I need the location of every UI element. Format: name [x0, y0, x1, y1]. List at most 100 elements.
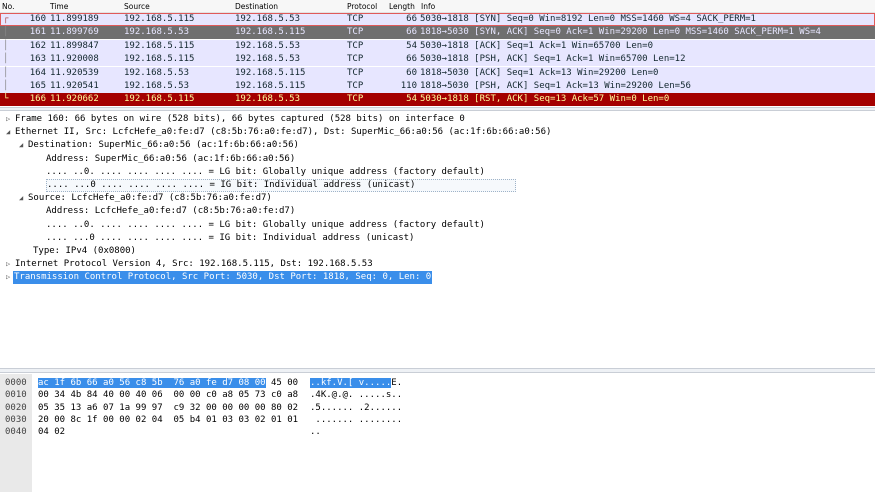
packet-no: 164 [29, 67, 46, 78]
packet-time: 11.920539 [50, 67, 99, 78]
bytes-row[interactable]: 0000 ac 1f 6b 66 a0 56 c8 5b 76 a0 fe d7 … [0, 377, 875, 389]
detail-row[interactable]: ▷ Frame 160: 66 bytes on wire (528 bits),… [0, 113, 875, 126]
triangle-down-icon[interactable]: ◢ [19, 139, 23, 152]
bytes-ascii-highlight: ..kf.V.[ v..... [310, 378, 392, 388]
detail-row[interactable]: Address: LcfcHefe_a0:fe:d7 (c8:5b:76:a0:… [0, 205, 875, 218]
packet-protocol: TCP [347, 81, 364, 91]
packet-destination: 192.168.5.53 [235, 40, 301, 51]
packet-time: 11.899847 [50, 40, 99, 51]
triangle-down-icon[interactable]: ◢ [19, 192, 23, 205]
bytes-hex[interactable]: 20 00 8c 1f 00 00 02 04 05 b4 01 03 03 0… [38, 414, 298, 426]
packet-row[interactable]: 166 11.920662 192.168.5.115 192.168.5.53 TCP… [0, 93, 875, 107]
packet-time: 11.920662 [50, 94, 99, 105]
detail-text: Internet Protocol Version 4, Src: 192.16… [15, 259, 373, 270]
column-header-destination[interactable]: Destination [235, 2, 278, 11]
triangle-right-icon[interactable]: ▷ [6, 258, 10, 271]
bytes-ascii[interactable]: .4K.@.@. .....s.. [310, 389, 402, 401]
detail-row[interactable]: Address: SuperMic_66:a0:56 (ac:1f:6b:66:… [0, 153, 875, 166]
triangle-down-icon[interactable]: ◢ [6, 126, 10, 139]
packet-row[interactable]: 160 11.899189 192.168.5.115 192.168.5.53 TCP… [0, 13, 875, 26]
column-header-protocol[interactable]: Protocol [347, 2, 377, 11]
bytes-offset: 0030 [5, 414, 27, 425]
packet-protocol: TCP [347, 67, 364, 78]
detail-text: Source: LcfcHefe_a0:fe:d7 (c8:5b:76:a0:f… [28, 193, 272, 204]
packet-info: 5030→1818 [ACK] Seq=1 Ack=1 Win=65700 Le… [420, 40, 653, 51]
packet-protocol: TCP [347, 40, 364, 51]
packet-length: 60 [406, 67, 417, 78]
column-header-time[interactable]: Time [50, 2, 68, 11]
column-header-no[interactable]: No. [2, 2, 14, 11]
bytes-hex-highlight: ac 1f 6b 66 a0 56 c8 5b 76 a0 fe d7 08 0… [38, 378, 266, 388]
packet-destination: 192.168.5.115 [235, 67, 306, 78]
packet-no: 163 [29, 54, 46, 65]
bytes-ascii[interactable]: ....... ........ [310, 414, 402, 426]
packet-row[interactable]: 165 11.920541 192.168.5.53 192.168.5.115 TCP… [0, 80, 875, 93]
bytes-hex[interactable]: 00 34 4b 84 40 00 40 06 00 00 c0 a8 05 7… [38, 389, 298, 401]
packet-source: 192.168.5.53 [124, 67, 190, 78]
detail-text: Transmission Control Protocol, Src Port:… [13, 271, 433, 285]
detail-row[interactable]: ▷ Internet Protocol Version 4, Src: 192.1… [0, 258, 875, 271]
column-header-info[interactable]: Info [421, 2, 435, 11]
packet-details-pane[interactable]: ▷ Frame 160: 66 bytes on wire (528 bits),… [0, 111, 875, 366]
bytes-row[interactable]: 0010 00 34 4b 84 40 00 40 06 00 00 c0 a8 … [0, 389, 875, 401]
bytes-offset: 0020 [5, 402, 27, 413]
detail-row[interactable]: .... ..0. .... .... .... .... = LG bit: … [0, 219, 875, 232]
packet-row[interactable]: 164 11.920539 192.168.5.53 192.168.5.115 TCP… [0, 66, 875, 80]
detail-row[interactable]: .... ..0. .... .... .... .... = LG bit: … [0, 166, 875, 179]
packet-protocol: TCP [347, 94, 364, 105]
detail-row[interactable]: Type: IPv4 (0x0800) [0, 245, 875, 258]
packet-no: 160 [29, 14, 46, 24]
bytes-row[interactable]: 0040 04 02.. [0, 426, 875, 438]
triangle-right-icon[interactable]: ▷ [6, 271, 10, 284]
detail-row[interactable]: .... ...0 .... .... .... .... = IG bit: … [0, 232, 875, 245]
bytes-ascii[interactable]: .5...... .2...... [310, 402, 402, 414]
packet-destination: 192.168.5.53 [235, 14, 301, 24]
detail-row[interactable]: ◢ Source: LcfcHefe_a0:fe:d7 (c8:5b:76:a0:… [0, 192, 875, 205]
packet-list-pane[interactable]: No. Time Source Destination Protocol Len… [0, 0, 875, 107]
packet-source: 192.168.5.115 [124, 40, 195, 51]
packet-info: 1818→5030 [ACK] Seq=1 Ack=13 Win=29200 L… [420, 67, 659, 78]
packet-no: 161 [29, 27, 46, 38]
packet-row[interactable]: 161 11.899769 192.168.5.53 192.168.5.115 TCP… [0, 26, 875, 40]
packet-time: 11.899189 [50, 14, 99, 24]
packet-time: 11.920008 [50, 54, 99, 65]
conversation-line-icon: │ [3, 54, 9, 65]
packet-length: 66 [406, 27, 417, 38]
packet-row[interactable]: 162 11.899847 192.168.5.115 192.168.5.53 TCP… [0, 39, 875, 53]
bytes-ascii-rest: .5...... .2...... [310, 402, 403, 413]
packet-protocol: TCP [347, 27, 364, 38]
bytes-row[interactable]: 0030 20 00 8c 1f 00 00 02 04 05 b4 01 03 … [0, 414, 875, 426]
detail-row[interactable]: .... ...0 .... .... .... .... = IG bit: … [0, 179, 875, 192]
bytes-hex[interactable]: 05 35 13 a6 07 1a 99 97 c9 32 00 00 00 0… [38, 402, 298, 414]
packet-bytes-pane[interactable]: 0000 ac 1f 6b 66 a0 56 c8 5b 76 a0 fe d7 … [0, 374, 875, 492]
packet-info: 1818→5030 [PSH, ACK] Seq=1 Ack=13 Win=29… [420, 81, 691, 91]
packet-no: 162 [29, 40, 46, 51]
triangle-right-icon[interactable]: ▷ [6, 113, 10, 126]
column-header-length[interactable]: Length [389, 2, 415, 11]
detail-row-selected[interactable]: ▷ Transmission Control Protocol, Src Port… [0, 271, 875, 285]
packet-length: 54 [406, 94, 417, 105]
packet-row[interactable]: 163 11.920008 192.168.5.115 192.168.5.53 TCP… [0, 53, 875, 67]
detail-row[interactable]: ◢ Ethernet II, Src: LcfcHefe_a0:fe:d7 (c8… [0, 126, 875, 139]
packet-destination: 192.168.5.53 [235, 94, 301, 105]
bytes-ascii[interactable]: .. [310, 426, 321, 438]
pane-splitter-bottom[interactable] [0, 368, 875, 373]
bytes-row[interactable]: 0020 05 35 13 a6 07 1a 99 97 c9 32 00 00 … [0, 402, 875, 414]
detail-text: Address: SuperMic_66:a0:56 (ac:1f:6b:66:… [46, 153, 296, 164]
bytes-hex[interactable]: ac 1f 6b 66 a0 56 c8 5b 76 a0 fe d7 08 0… [38, 377, 298, 389]
bytes-hex[interactable]: 04 02 [38, 426, 65, 438]
bytes-hex-rest: 45 00 [265, 378, 299, 388]
packet-protocol: TCP [347, 14, 364, 24]
bytes-ascii-rest: .4K.@.@. .....s.. [310, 390, 403, 401]
detail-row[interactable]: ◢ Destination: SuperMic_66:a0:56 (ac:1f:6… [0, 139, 875, 152]
packet-length: 66 [406, 54, 417, 65]
column-header-source[interactable]: Source [124, 2, 150, 11]
packet-source: 192.168.5.115 [124, 94, 195, 105]
bytes-ascii[interactable]: ..kf.V.[ v.....E. [310, 377, 402, 389]
packet-time: 11.920541 [50, 81, 99, 91]
packet-no: 165 [29, 81, 46, 91]
detail-text: .... ..0. .... .... .... .... = LG bit: … [46, 166, 485, 177]
packet-source: 192.168.5.115 [124, 54, 195, 65]
conversation-line-icon: │ [3, 27, 9, 38]
bytes-offset: 0040 [5, 427, 27, 438]
